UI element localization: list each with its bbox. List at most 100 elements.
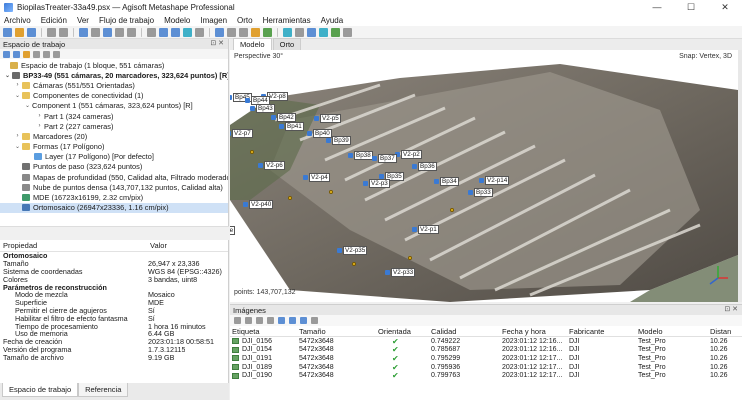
column-fecha-y-hora[interactable]: Fecha y hora [500, 327, 567, 336]
marker[interactable]: V2-p6 [258, 161, 285, 170]
menu-ayuda[interactable]: Ayuda [321, 16, 344, 25]
disable-icon[interactable] [267, 317, 274, 324]
marker[interactable]: V2-p40 [243, 200, 274, 209]
marker[interactable]: V2-p35 [337, 246, 368, 255]
pane-float-close-controls[interactable]: ⊡ ✕ [210, 39, 224, 47]
add-folder-icon[interactable] [23, 50, 30, 58]
crop-icon[interactable] [147, 27, 156, 37]
rotate-object-icon[interactable] [103, 27, 112, 37]
tab-referencia[interactable]: Referencia [78, 383, 129, 397]
horizontal-scrollbar[interactable] [0, 226, 229, 234]
add-photos-icon[interactable] [234, 317, 241, 324]
image-icon[interactable] [295, 27, 304, 37]
undo-icon[interactable] [47, 27, 56, 37]
column-modelo[interactable]: Modelo [636, 327, 708, 336]
add-photos-icon[interactable] [13, 50, 20, 58]
marker[interactable]: Bp33 [468, 188, 493, 197]
marker[interactable]: Bp37 [372, 154, 397, 163]
tree-item[interactable]: Ortomosaico (26947x23336, 1.16 cm/pix) [0, 202, 228, 213]
remove-items-icon[interactable] [33, 50, 40, 58]
menu-archivo[interactable]: Archivo [4, 16, 31, 25]
tab-modelo[interactable]: Modelo [233, 38, 272, 50]
tree-item[interactable]: Layer (17 Polígono) [Por defecto] [0, 152, 228, 162]
point-cloud-icon[interactable] [227, 27, 236, 37]
tab-orto[interactable]: Orto [272, 38, 302, 50]
new-file-icon[interactable] [3, 27, 12, 37]
chevron-right-icon[interactable]: › [14, 82, 21, 88]
table-row[interactable]: DJI_0154 5472x3648 ✔ 0.785687 2023:01:12 12:… [230, 345, 742, 354]
save-icon[interactable] [27, 27, 36, 37]
remove-icon[interactable] [245, 317, 252, 324]
column-fabricante[interactable]: Fabricante [567, 327, 636, 336]
model-viewport[interactable]: Perspective 30° Snap: Vertex, 3D points:… [230, 50, 738, 302]
show-cameras-icon[interactable] [263, 27, 272, 37]
property-column-header[interactable]: Propiedad [0, 241, 148, 250]
disable-items-icon[interactable] [53, 50, 60, 58]
close-button[interactable]: ✕ [708, 0, 742, 14]
marker[interactable]: V2-p4 [303, 173, 330, 182]
table-row[interactable]: DJI_0191 5472x3648 ✔ 0.795299 2023:01:12 12:… [230, 354, 742, 363]
marker[interactable]: V2-p2 [395, 150, 422, 159]
marker[interactable]: V2-p14 [479, 176, 510, 185]
table-row[interactable]: DJI_0190 5472x3648 ✔ 0.799763 2023:01:12 12:… [230, 371, 742, 380]
marker[interactable]: V2-p1 [412, 225, 439, 234]
menu-modelo[interactable]: Modelo [164, 16, 190, 25]
chevron-down-icon[interactable]: ⌄ [4, 72, 11, 79]
pane-float-close-controls[interactable]: ⊡ ✕ [724, 305, 738, 313]
enable-items-icon[interactable] [43, 50, 50, 58]
camera-position-icon[interactable] [352, 262, 356, 266]
marker[interactable]: V2-p5 [314, 114, 341, 123]
camera-position-icon[interactable] [450, 208, 454, 212]
tree-item[interactable]: ⌄ Componentes de conectividad (1) [0, 91, 228, 101]
chevron-right-icon[interactable]: › [14, 133, 21, 139]
camera-position-icon[interactable] [288, 196, 292, 200]
table-row[interactable]: DJI_0156 5472x3648 ✔ 0.749222 2023:01:12 12:… [230, 337, 742, 346]
zoom-out-icon[interactable] [171, 27, 180, 37]
shapes-icon[interactable] [239, 27, 248, 37]
minimize-button[interactable]: — [640, 0, 674, 14]
region-icon[interactable] [307, 27, 316, 37]
menu-flujo-de-trabajo[interactable]: Flujo de trabajo [99, 16, 154, 25]
tree-item[interactable]: ⌄ Formas (17 Polígono) [0, 142, 228, 152]
enable-icon[interactable] [256, 317, 263, 324]
table-row[interactable]: DJI_0189 5472x3648 ✔ 0.795936 2023:01:12 12:… [230, 363, 742, 372]
details-view-icon[interactable] [300, 317, 307, 324]
draw-polyline-icon[interactable] [115, 27, 124, 37]
layers-icon[interactable] [331, 27, 340, 37]
menu-imagen[interactable]: Imagen [200, 16, 227, 25]
chevron-down-icon[interactable]: ⌄ [14, 143, 21, 150]
tree-item[interactable]: Nube de puntos densa (143,707,132 puntos… [0, 182, 228, 192]
select-rectangle-icon[interactable] [79, 27, 88, 37]
marker[interactable]: Bp36 [412, 162, 437, 171]
menu-edicion[interactable]: Edición [41, 16, 67, 25]
camera-position-icon[interactable] [329, 190, 333, 194]
menu-ver[interactable]: Ver [77, 16, 89, 25]
tree-item[interactable]: Mapas de profundidad (550, Calidad alta,… [0, 172, 228, 182]
column-tamano[interactable]: Tamaño [297, 327, 376, 336]
markers-icon[interactable] [251, 27, 260, 37]
marker[interactable]: Bp43 [250, 104, 275, 113]
open-folder-icon[interactable] [15, 27, 24, 37]
marker[interactable]: V2-p7 [230, 129, 253, 138]
marker[interactable]: V2-pHome [230, 226, 236, 235]
chevron-right-icon[interactable]: › [36, 123, 43, 129]
viewport-scrollbar[interactable] [738, 50, 742, 302]
tree-item[interactable]: Puntos de paso (323,624 puntos) [0, 162, 228, 172]
tree-item[interactable]: ⌄ Component 1 (551 cámaras, 323,624 punto… [0, 101, 228, 111]
tree-item[interactable]: Espacio de trabajo (1 bloque, 551 cámara… [0, 60, 228, 70]
tree-item[interactable]: › Part 1 (324 cameras) [0, 111, 228, 121]
marker[interactable]: Bp38 [348, 151, 373, 160]
large-icons-icon[interactable] [278, 317, 285, 324]
tree-item[interactable]: › Marcadores (20) [0, 131, 228, 141]
ruler-icon[interactable] [127, 27, 136, 37]
tree-item[interactable]: › Part 2 (227 cameras) [0, 121, 228, 131]
chevron-right-icon[interactable]: › [36, 113, 43, 119]
tree-item[interactable]: ⌄ BP33-49 (551 cámaras, 20 marcadores, 32… [0, 70, 228, 80]
list-view-icon[interactable] [311, 317, 318, 324]
grid-icon[interactable] [195, 27, 204, 37]
tree-item[interactable]: › Cámaras (551/551 Orientadas) [0, 80, 228, 90]
column-etiqueta[interactable]: Etiqueta [230, 327, 297, 336]
link-icon[interactable] [319, 27, 328, 37]
navigation-icon[interactable] [91, 27, 100, 37]
camera-position-icon[interactable] [408, 256, 412, 260]
